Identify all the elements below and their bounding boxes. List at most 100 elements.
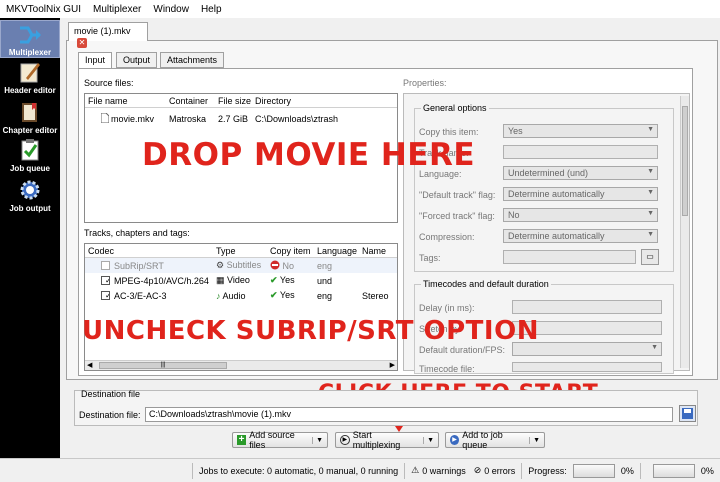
multiplexer-icon <box>20 26 41 44</box>
track-copy: No <box>282 261 295 271</box>
tracks-list[interactable]: Codec Type Copy item Language Name SubRi… <box>84 243 398 371</box>
file-icon <box>100 113 110 124</box>
menu-window[interactable]: Window <box>147 4 195 15</box>
tracks-heading: Tracks, chapters and tags: <box>84 228 190 238</box>
sidebar-item-job-output[interactable]: Job output <box>0 178 60 214</box>
folder-icon: ▭ <box>646 252 654 261</box>
default-track-value: Determine automatically <box>508 189 605 199</box>
timecode-file-input[interactable] <box>512 362 662 372</box>
prop-label: Delay (in ms): <box>419 303 475 313</box>
pen-icon <box>20 63 40 83</box>
menu-bar: MKVToolNix GUI Multiplexer Window Help <box>0 0 720 18</box>
default-track-select[interactable]: Determine automatically ▼ <box>503 187 658 201</box>
compression-select[interactable]: Determine automatically ▼ <box>503 229 658 243</box>
file-tab[interactable]: movie (1).mkv ✕ <box>68 22 148 48</box>
track-copy: Yes <box>279 290 295 300</box>
col-file-name[interactable]: File name <box>85 96 166 106</box>
col-name[interactable]: Name <box>359 246 395 256</box>
language-value: Undetermined (und) <box>508 168 589 178</box>
table-row[interactable]: movie.mkv Matroska 2.7 GiB C:\Downloads\… <box>85 111 397 126</box>
scroll-right-icon[interactable]: ▶ <box>390 361 395 369</box>
browse-destination-button[interactable] <box>679 405 696 422</box>
scroll-thumb[interactable] <box>682 106 688 216</box>
progress-bar-total <box>652 463 695 478</box>
check-icon: ✔ <box>270 275 278 285</box>
prop-label: Timecode file: <box>419 364 475 374</box>
delay-input[interactable] <box>512 300 662 314</box>
forced-track-select[interactable]: No ▼ <box>503 208 658 222</box>
language-select[interactable]: Undetermined (und) ▼ <box>503 166 658 180</box>
destination-input[interactable]: C:\Downloads\ztrash\movie (1).mkv <box>145 407 673 422</box>
destination-group: Destination file Destination file: C:\Do… <box>74 389 698 426</box>
chevron-down-icon: ▼ <box>647 126 654 133</box>
browse-tags-button[interactable]: ▭ <box>641 249 659 265</box>
start-multiplexing-button[interactable]: ▶ Start multiplexing ▼ <box>335 430 439 450</box>
track-lang: eng <box>317 290 333 301</box>
subtitles-icon: ⚙ <box>216 260 225 270</box>
track-checkbox[interactable]: ✓ <box>101 290 110 300</box>
col-container[interactable]: Container <box>166 96 215 106</box>
scroll-thumb[interactable]: ||| <box>99 362 227 369</box>
book-icon <box>22 103 37 122</box>
col-type[interactable]: Type <box>213 246 267 256</box>
add-source-files-button[interactable]: + Add source files ▼ <box>232 430 328 450</box>
error-icon: ⊘ <box>473 465 482 475</box>
menu-help[interactable]: Help <box>195 4 228 15</box>
menu-multiplexer[interactable]: Multiplexer <box>87 4 147 15</box>
track-row-audio[interactable]: ✓ AC-3/E-AC-3 ♪ Audio ✔ Yes eng Stereo <box>85 288 397 303</box>
properties-vscrollbar[interactable] <box>680 96 689 368</box>
prop-label: Copy this item: <box>419 127 479 137</box>
tab-input[interactable]: Input <box>78 52 113 69</box>
track-row-video[interactable]: ✓ MPEG-4p10/AVC/h.264 ▦ Video ✔ Yes und <box>85 273 397 288</box>
file-tab-label: movie (1).mkv <box>74 26 131 36</box>
add-source-files-label: Add source files <box>249 430 295 450</box>
close-icon[interactable]: ✕ <box>77 38 87 48</box>
copy-item-select[interactable]: Yes ▼ <box>503 124 658 138</box>
tags-input[interactable] <box>503 250 636 264</box>
scroll-left-icon[interactable]: ◀ <box>87 361 92 369</box>
col-file-size[interactable]: File size <box>215 96 252 106</box>
col-directory[interactable]: Directory <box>252 96 392 106</box>
forced-track-value: No <box>508 210 520 220</box>
check-icon: ✔ <box>270 290 278 300</box>
track-name-input[interactable] <box>503 145 658 159</box>
general-options-title: General options <box>421 103 489 113</box>
sidebar-item-multiplexer[interactable]: Multiplexer <box>0 20 60 58</box>
file-container: Matroska <box>169 113 207 124</box>
status-bar: Jobs to execute: 0 automatic, 0 manual, … <box>0 458 720 482</box>
track-name: Stereo <box>362 290 389 301</box>
sidebar-item-job-queue[interactable]: Job queue <box>0 138 60 174</box>
prop-label: Default duration/FPS: <box>419 345 506 355</box>
file-directory: C:\Downloads\ztrash <box>255 113 339 124</box>
track-checkbox[interactable] <box>101 260 110 270</box>
overlay-drop-movie: DROP MOVIE HERE <box>142 137 475 173</box>
track-type: Audio <box>222 290 246 301</box>
sidebar-item-header-editor[interactable]: Header editor <box>0 60 60 96</box>
tab-attachments[interactable]: Attachments <box>160 52 225 68</box>
prop-label: Tags: <box>419 253 441 263</box>
col-language[interactable]: Language <box>314 246 359 256</box>
track-codec: MPEG-4p10/AVC/h.264 <box>114 275 209 286</box>
track-codec: AC-3/E-AC-3 <box>114 290 167 301</box>
sidebar-item-chapter-editor[interactable]: Chapter editor <box>0 100 60 136</box>
track-copy: Yes <box>279 275 295 285</box>
track-row-subrip[interactable]: SubRip/SRT ⚙ Subtitles No eng <box>85 258 397 273</box>
sidebar-item-label: Header editor <box>4 86 56 95</box>
track-type: Subtitles <box>226 260 262 270</box>
warnings-count: 0 warnings <box>422 465 466 476</box>
menu-app-title[interactable]: MKVToolNix GUI <box>0 4 87 15</box>
track-checkbox[interactable]: ✓ <box>101 275 110 285</box>
col-codec[interactable]: Codec <box>85 246 213 256</box>
save-icon <box>682 408 693 419</box>
destination-label: Destination file: <box>79 410 141 420</box>
chevron-down-icon: ▼ <box>423 436 434 444</box>
destination-title: Destination file <box>81 389 141 399</box>
track-codec: SubRip/SRT <box>114 260 164 271</box>
chevron-down-icon: ▼ <box>529 436 540 444</box>
clipboard-check-icon <box>21 139 39 161</box>
col-copy-item[interactable]: Copy item <box>267 246 314 256</box>
chevron-down-icon: ▼ <box>647 231 654 238</box>
add-to-job-queue-button[interactable]: ▶ Add to job queue ▼ <box>445 430 545 450</box>
tracks-hscrollbar[interactable]: ◀ ||| ▶ <box>85 360 397 370</box>
tab-output[interactable]: Output <box>116 52 158 68</box>
